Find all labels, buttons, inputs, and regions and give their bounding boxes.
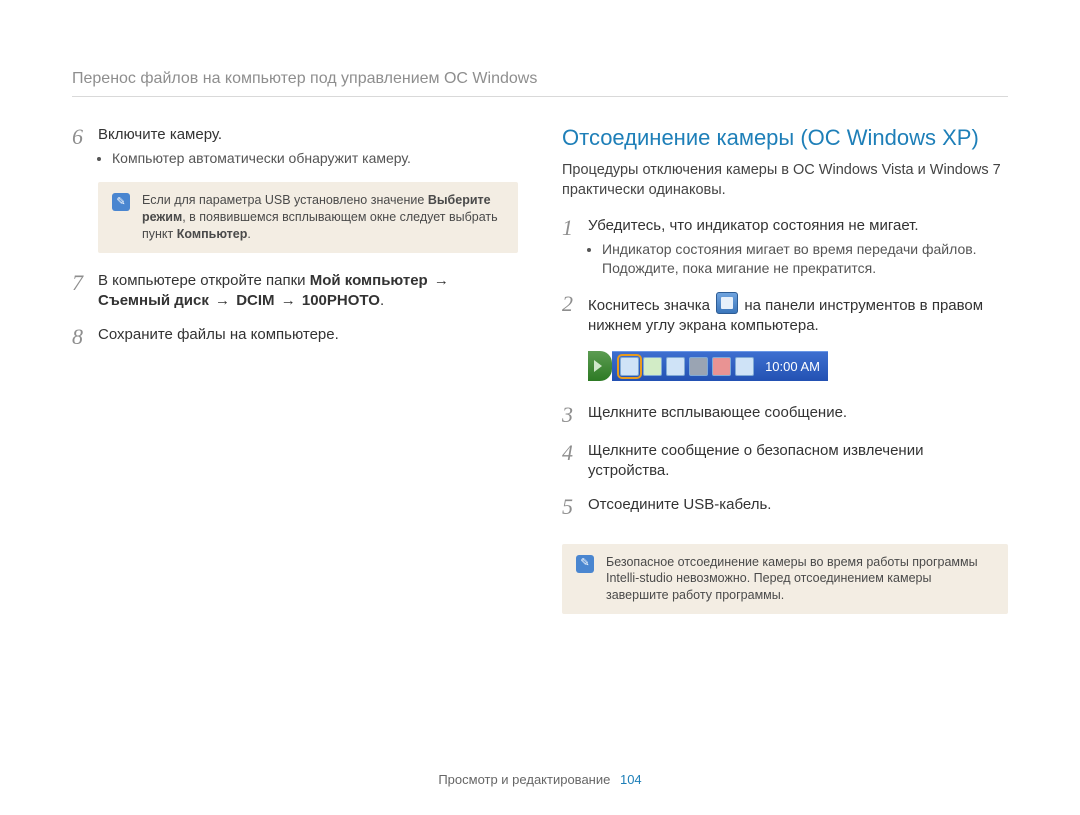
tray-clock: 10:00 AM — [765, 359, 820, 374]
tray-icon — [689, 357, 708, 376]
path-part: 100PHOTO — [302, 292, 380, 309]
content-columns: 6 Включите камеру. Компьютер автоматичес… — [72, 125, 1008, 632]
arrow-icon: → — [430, 272, 449, 289]
step-body: Коснитесь значка на панели инструментов … — [588, 292, 1008, 337]
section-heading: Отсоединение камеры (ОС Windows XP) — [562, 125, 1008, 151]
step-frag: Коснитесь значка — [588, 297, 714, 314]
step-body: Сохраните файлы на компьютере. — [98, 325, 518, 349]
right-column: Отсоединение камеры (ОС Windows XP) Проц… — [562, 125, 1008, 632]
arrow-icon: → — [211, 292, 234, 309]
step-5: 5 Отсоедините USB-кабель. — [562, 495, 1008, 519]
info-icon: ✎ — [112, 193, 130, 211]
page-footer: Просмотр и редактирование 104 — [0, 772, 1080, 787]
step-body: Убедитесь, что индикатор состояния не ми… — [588, 216, 1008, 278]
footer-section: Просмотр и редактирование — [438, 772, 610, 787]
tray-icon — [712, 357, 731, 376]
step-number: 6 — [72, 125, 98, 168]
step-4: 4 Щелкните сообщение о безопасном извлеч… — [562, 441, 1008, 482]
taskbar: 10:00 AM — [588, 351, 828, 381]
step-number: 4 — [562, 441, 588, 482]
note-text: Безопасное отсоединение камеры во время … — [606, 554, 994, 605]
step-title: Включите камеру. — [98, 126, 222, 143]
tray-body: 10:00 AM — [612, 351, 828, 381]
step-bullet: Индикатор состояния мигает во время пере… — [602, 240, 1008, 278]
step-number: 3 — [562, 403, 588, 427]
step-title: Убедитесь, что индикатор состояния не ми… — [588, 217, 919, 234]
page-header: Перенос файлов на компьютер под управлен… — [72, 70, 1008, 97]
tray-icon — [735, 357, 754, 376]
step-body: Щелкните всплывающее сообщение. — [588, 403, 1008, 427]
step-frag: В компьютере откройте папки — [98, 272, 310, 289]
step-3: 3 Щелкните всплывающее сообщение. — [562, 403, 1008, 427]
start-button-fragment — [588, 351, 612, 381]
step-1: 1 Убедитесь, что индикатор состояния не … — [562, 216, 1008, 278]
step-number: 5 — [562, 495, 588, 519]
step-number: 8 — [72, 325, 98, 349]
note-intelli-studio: ✎ Безопасное отсоединение камеры во врем… — [562, 544, 1008, 615]
step-body: Отсоедините USB-кабель. — [588, 495, 1008, 519]
arrow-icon: → — [277, 292, 300, 309]
step-2: 2 Коснитесь значка на панели инструменто… — [562, 292, 1008, 337]
note-frag: Если для параметра USB установлено значе… — [142, 193, 428, 207]
info-icon: ✎ — [576, 555, 594, 573]
step-bullet: Компьютер автоматически обнаружит камеру… — [112, 149, 518, 168]
note-frag: . — [247, 227, 250, 241]
safely-remove-icon — [716, 292, 738, 314]
page: Перенос файлов на компьютер под управлен… — [0, 0, 1080, 815]
section-intro: Процедуры отключения камеры в ОС Windows… — [562, 161, 1008, 200]
note-usb-mode: ✎ Если для параметра USB установлено зна… — [98, 182, 518, 253]
safely-remove-tray-icon — [620, 357, 639, 376]
step-body: Включите камеру. Компьютер автоматически… — [98, 125, 518, 168]
step-body: Щелкните сообщение о безопасном извлечен… — [588, 441, 1008, 482]
page-number: 104 — [620, 772, 642, 787]
note-text: Если для параметра USB установлено значе… — [142, 192, 504, 243]
tray-icon — [666, 357, 685, 376]
step-number: 2 — [562, 292, 588, 337]
tray-icon — [643, 357, 662, 376]
step-7: 7 В компьютере откройте папки Мой компью… — [72, 271, 518, 312]
step-8: 8 Сохраните файлы на компьютере. — [72, 325, 518, 349]
path-part: Съемный диск — [98, 292, 209, 309]
left-column: 6 Включите камеру. Компьютер автоматичес… — [72, 125, 518, 632]
step-frag: . — [380, 292, 384, 309]
note-bold: Компьютер — [177, 227, 248, 241]
step-number: 1 — [562, 216, 588, 278]
path-part: DCIM — [236, 292, 274, 309]
system-tray-screenshot: 10:00 AM — [588, 351, 828, 381]
path-part: Мой компьютер — [310, 272, 428, 289]
step-number: 7 — [72, 271, 98, 312]
step-6: 6 Включите камеру. Компьютер автоматичес… — [72, 125, 518, 168]
step-body: В компьютере откройте папки Мой компьюте… — [98, 271, 518, 312]
